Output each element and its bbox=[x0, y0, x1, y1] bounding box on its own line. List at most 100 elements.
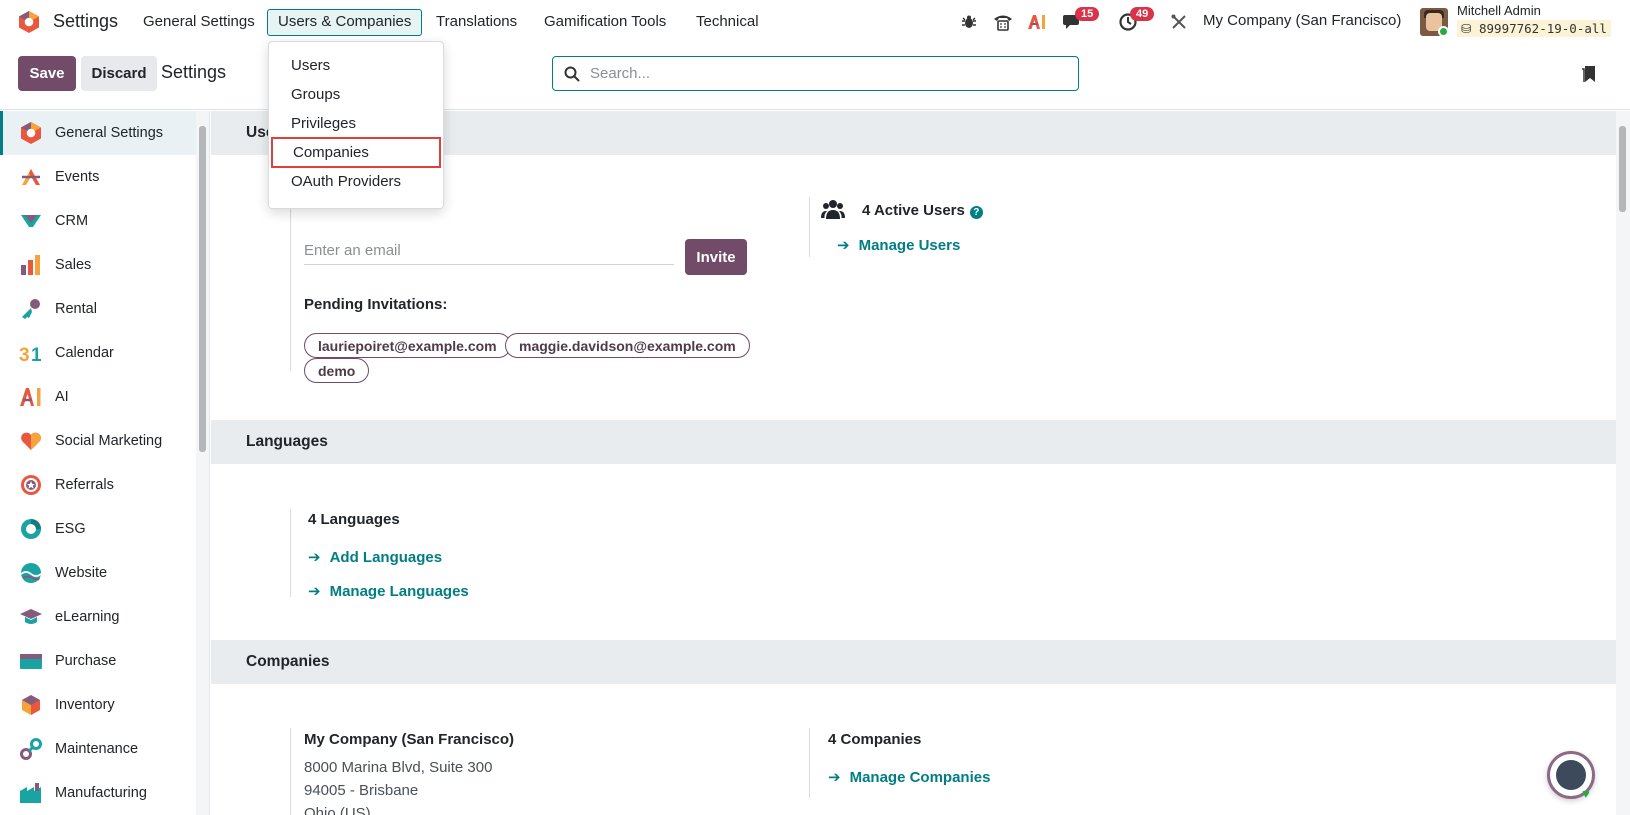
top-navbar: Settings General Settings Users & Compan… bbox=[0, 0, 1630, 44]
sidebar-item-label: Sales bbox=[55, 257, 92, 273]
dropdown-item-groups[interactable]: Groups bbox=[269, 80, 443, 109]
company-address-line: 94005 - Brisbane bbox=[304, 782, 419, 799]
sidebar-item-rental[interactable]: Rental bbox=[0, 287, 196, 331]
rental-icon bbox=[22, 299, 40, 319]
menu-gamification-tools[interactable]: Gamification Tools bbox=[533, 9, 677, 36]
languages-count: 4 Languages bbox=[308, 511, 400, 528]
breadcrumb: Settings bbox=[161, 62, 227, 82]
divider bbox=[809, 197, 810, 257]
ai-icon bbox=[20, 388, 41, 406]
sidebar-item-label: Maintenance bbox=[55, 741, 139, 757]
sidebar-item-manufacturing[interactable]: Manufacturing bbox=[0, 771, 196, 815]
sidebar-item-label: eLearning bbox=[55, 609, 120, 625]
sidebar-item-purchase[interactable]: Purchase bbox=[0, 639, 196, 683]
manufacturing-icon bbox=[20, 783, 41, 803]
languages-section-title: Languages bbox=[246, 433, 328, 450]
invite-email-input[interactable]: Enter an email bbox=[304, 235, 674, 265]
discard-button[interactable]: Discard bbox=[81, 56, 157, 91]
sidebar-item-inventory[interactable]: Inventory bbox=[0, 683, 196, 727]
arrow-right-icon: ➔ bbox=[308, 583, 321, 600]
sidebar-item-ai[interactable]: AI bbox=[0, 375, 196, 419]
ai-icon[interactable] bbox=[1026, 11, 1048, 33]
settings-sidebar: General Settings Events CRM Sales Rental… bbox=[0, 111, 210, 815]
sidebar-item-label: Calendar bbox=[55, 345, 114, 361]
manage-users-link[interactable]: ➔ Manage Users bbox=[837, 236, 960, 255]
user-name[interactable]: Mitchell Admin bbox=[1457, 3, 1541, 18]
app-name[interactable]: Settings bbox=[53, 11, 118, 32]
pending-invitation-tag[interactable]: lauriepoiret@example.com bbox=[304, 333, 511, 358]
sidebar-item-calendar[interactable]: 31 Calendar bbox=[0, 331, 196, 375]
sidebar-item-label: Website bbox=[55, 565, 108, 581]
dropdown-item-users[interactable]: Users bbox=[269, 51, 443, 80]
email-placeholder: Enter an email bbox=[304, 242, 401, 259]
sidebar-item-label: Events bbox=[55, 169, 100, 185]
sidebar-item-social-marketing[interactable]: Social Marketing bbox=[0, 419, 196, 463]
company-address-line: 8000 Marina Blvd, Suite 300 bbox=[304, 759, 493, 776]
database-icon: ⛁ bbox=[1461, 21, 1479, 36]
languages-section-header: Languages bbox=[211, 420, 1616, 464]
sidebar-scroll-thumb[interactable] bbox=[199, 126, 206, 452]
sidebar-item-label: CRM bbox=[55, 213, 89, 229]
menu-users-companies[interactable]: Users & Companies bbox=[267, 9, 423, 36]
website-icon bbox=[21, 563, 41, 583]
sidebar-item-website[interactable]: Website bbox=[0, 551, 196, 595]
settings-app-icon[interactable] bbox=[17, 10, 41, 34]
database-name: ⛁ 89997762-19-0-all bbox=[1457, 20, 1611, 37]
arrow-right-icon: ➔ bbox=[308, 549, 321, 566]
calendar-icon: 31 bbox=[19, 345, 42, 365]
tools-icon[interactable] bbox=[1168, 11, 1190, 33]
dropdown-item-privileges[interactable]: Privileges bbox=[269, 109, 443, 138]
divider bbox=[290, 728, 291, 815]
menu-translations[interactable]: Translations bbox=[425, 9, 528, 36]
referrals-icon bbox=[21, 475, 41, 495]
search-placeholder: Search... bbox=[590, 65, 651, 82]
svg-text:1: 1 bbox=[31, 345, 42, 365]
sidebar-item-general-settings[interactable]: General Settings bbox=[0, 111, 196, 155]
social-marketing-icon bbox=[21, 432, 41, 450]
search-input[interactable]: Search... bbox=[552, 56, 1079, 91]
sidebar-item-sales[interactable]: Sales bbox=[0, 243, 196, 287]
sidebar-item-referrals[interactable]: Referrals bbox=[0, 463, 196, 507]
sidebar-scrollbar[interactable] bbox=[196, 111, 209, 815]
pending-invitations-label: Pending Invitations: bbox=[304, 296, 448, 313]
control-panel: Save Discard Settings Search... bbox=[0, 44, 1630, 110]
chatbot-launcher-button[interactable]: ♥ bbox=[1547, 751, 1595, 801]
invite-button[interactable]: Invite bbox=[685, 239, 747, 275]
save-button[interactable]: Save bbox=[18, 56, 76, 91]
settings-content: Use Invite New Users Enter an email Invi… bbox=[211, 111, 1616, 815]
manage-companies-link[interactable]: ➔ Manage Companies bbox=[828, 768, 990, 787]
debug-bug-icon[interactable] bbox=[958, 11, 980, 33]
company-switcher[interactable]: My Company (San Francisco) bbox=[1203, 12, 1401, 29]
bookmark-icon[interactable] bbox=[1581, 65, 1597, 83]
help-question-icon[interactable]: ? bbox=[969, 206, 983, 219]
menu-general-settings[interactable]: General Settings bbox=[132, 9, 266, 36]
users-group-icon bbox=[821, 200, 845, 219]
sidebar-item-crm[interactable]: CRM bbox=[0, 199, 196, 243]
dropdown-item-oauth-providers[interactable]: OAuth Providers bbox=[269, 167, 443, 196]
search-icon bbox=[564, 66, 580, 82]
sidebar-item-elearning[interactable]: eLearning bbox=[0, 595, 196, 639]
pending-invitation-tag[interactable]: maggie.davidson@example.com bbox=[505, 333, 750, 358]
sidebar-item-maintenance[interactable]: Maintenance bbox=[0, 727, 196, 771]
sidebar-item-esg[interactable]: ESG bbox=[0, 507, 196, 551]
main-scroll-thumb[interactable] bbox=[1619, 126, 1626, 212]
sales-icon bbox=[21, 255, 40, 275]
sidebar-item-label: ESG bbox=[55, 521, 86, 537]
companies-section-header: Companies bbox=[211, 640, 1616, 684]
pending-invitation-tag[interactable]: demo bbox=[304, 358, 370, 383]
dropdown-item-companies[interactable]: Companies bbox=[271, 137, 441, 168]
companies-section-title: Companies bbox=[246, 653, 330, 670]
manage-languages-link[interactable]: ➔ Manage Languages bbox=[308, 582, 469, 601]
menu-technical[interactable]: Technical bbox=[685, 9, 770, 36]
main-scrollbar[interactable] bbox=[1616, 111, 1630, 815]
company-name: My Company (San Francisco) bbox=[304, 731, 515, 748]
add-languages-link[interactable]: ➔ Add Languages bbox=[308, 548, 442, 567]
maintenance-icon bbox=[20, 738, 42, 760]
sidebar-item-events[interactable]: Events bbox=[0, 155, 196, 199]
sidebar-item-label: Rental bbox=[55, 301, 97, 317]
phone-icon[interactable] bbox=[992, 11, 1014, 33]
messages-badge: 15 bbox=[1075, 7, 1100, 21]
heart-icon: ♥ bbox=[1582, 786, 1590, 801]
sidebar-item-label: Inventory bbox=[55, 697, 115, 713]
sidebar-item-label: Referrals bbox=[55, 477, 114, 493]
